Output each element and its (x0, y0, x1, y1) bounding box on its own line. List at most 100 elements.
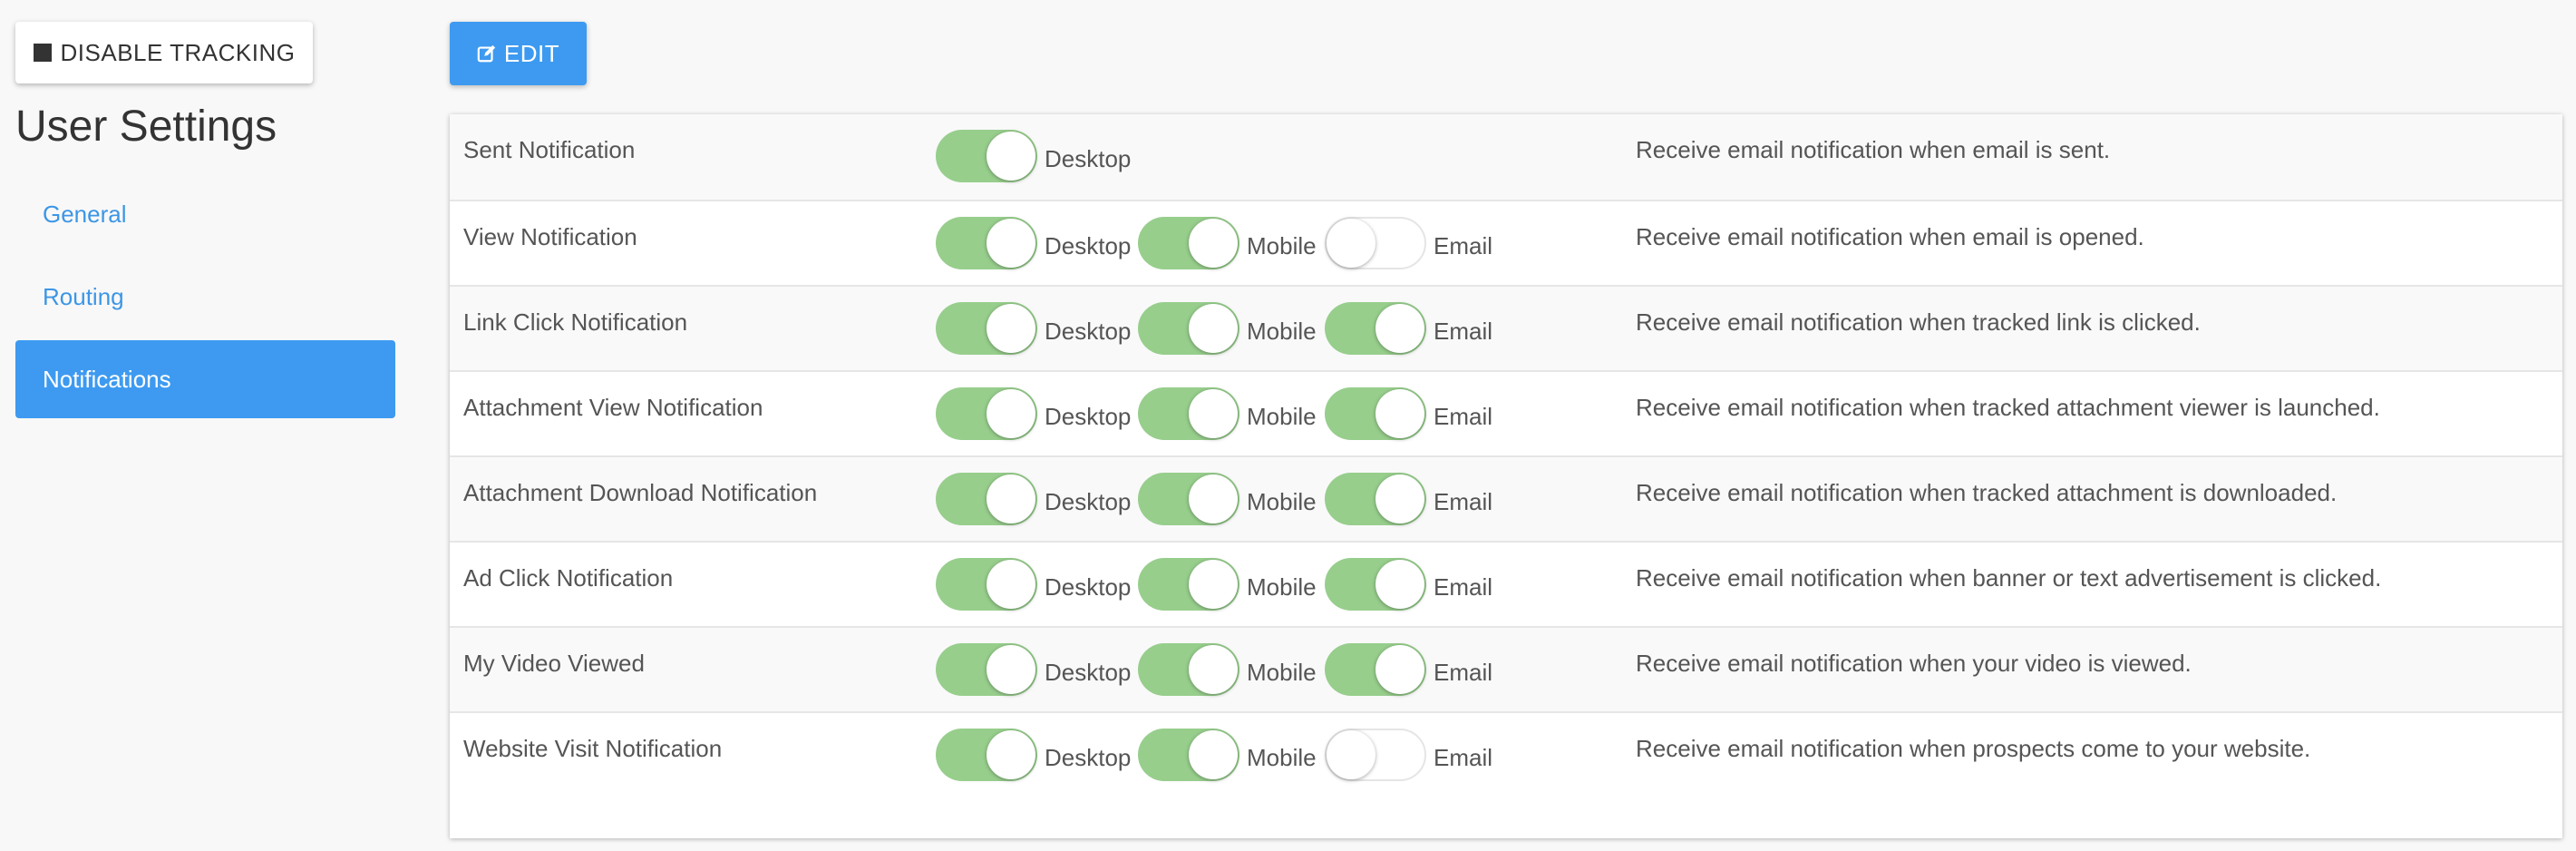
edit-label: EDIT (503, 39, 560, 67)
email-toggle-label: Email (1434, 317, 1493, 345)
toggle-knob (1189, 474, 1238, 523)
notification-label: Website Visit Notification (463, 735, 723, 762)
notification-description: Receive email notification when email is… (1636, 136, 2111, 163)
toggle-knob (1375, 645, 1424, 694)
notification-description: Receive email notification when email is… (1636, 223, 2144, 250)
disable-tracking-button[interactable]: DISABLE TRACKING (15, 22, 313, 83)
toggle-knob (987, 645, 1035, 694)
desktop-toggle-label: Desktop (1045, 572, 1132, 601)
desktop-toggle[interactable] (936, 387, 1037, 440)
mobile-toggle[interactable] (1138, 302, 1239, 355)
notification-row: Attachment Download Notification Desktop M… (450, 455, 2562, 541)
desktop-toggle-group: Desktop (936, 216, 1131, 270)
disable-tracking-label: DISABLE TRACKING (60, 38, 296, 66)
toggle-knob (1327, 730, 1375, 779)
mobile-toggle-group: Mobile (1138, 301, 1317, 356)
toggle-knob (987, 304, 1035, 353)
email-toggle-group: Email (1325, 642, 1492, 697)
sidebar-item-general[interactable]: General (15, 175, 395, 253)
mobile-toggle[interactable] (1138, 643, 1239, 696)
toggle-knob (1375, 560, 1424, 609)
mobile-toggle[interactable] (1138, 729, 1239, 781)
toggle-knob (987, 560, 1035, 609)
notification-label: My Video Viewed (463, 650, 645, 677)
mobile-toggle-label: Mobile (1247, 487, 1317, 515)
notification-label: Sent Notification (463, 136, 636, 163)
desktop-toggle[interactable] (936, 729, 1037, 781)
sidebar-item-notifications[interactable]: Notifications (15, 340, 395, 418)
toggle-knob (1189, 645, 1238, 694)
email-toggle-group: Email (1325, 728, 1492, 782)
email-toggle[interactable] (1325, 302, 1426, 355)
notification-row: Sent Notification Desktop Receive email no… (450, 114, 2562, 200)
mobile-toggle-group: Mobile (1138, 728, 1317, 782)
mobile-toggle-label: Mobile (1247, 572, 1317, 601)
edit-button[interactable]: EDIT (450, 22, 587, 85)
mobile-toggle-label: Mobile (1247, 317, 1317, 345)
desktop-toggle-group: Desktop (936, 557, 1131, 611)
stop-icon (33, 44, 52, 62)
desktop-toggle-label: Desktop (1045, 317, 1132, 345)
mobile-toggle-group: Mobile (1138, 386, 1317, 441)
desktop-toggle-group: Desktop (936, 129, 1131, 183)
toggle-knob (987, 474, 1035, 523)
email-toggle-label: Email (1434, 231, 1493, 259)
toggle-knob (1375, 389, 1424, 438)
email-toggle-label: Email (1434, 402, 1493, 430)
email-toggle-label: Email (1434, 658, 1493, 686)
notification-label: Attachment View Notification (463, 394, 763, 421)
notification-row: Website Visit Notification Desktop Mobile E… (450, 711, 2562, 797)
notification-description: Receive email notification when prospect… (1636, 735, 2311, 762)
email-toggle[interactable] (1325, 387, 1426, 440)
email-toggle-label: Email (1434, 743, 1493, 771)
toggle-knob (1189, 219, 1238, 268)
email-toggle[interactable] (1325, 643, 1426, 696)
desktop-toggle[interactable] (936, 643, 1037, 696)
notification-label: Ad Click Notification (463, 564, 674, 592)
toggle-knob (1189, 730, 1238, 779)
toggle-knob (1189, 304, 1238, 353)
toggle-knob (1375, 474, 1424, 523)
email-toggle-group: Email (1325, 386, 1492, 441)
desktop-toggle-label: Desktop (1045, 144, 1132, 172)
desktop-toggle-label: Desktop (1045, 743, 1132, 771)
desktop-toggle[interactable] (936, 130, 1037, 182)
mobile-toggle-group: Mobile (1138, 557, 1317, 611)
email-toggle[interactable] (1325, 473, 1426, 525)
mobile-toggle-label: Mobile (1247, 743, 1317, 771)
email-toggle[interactable] (1325, 217, 1426, 269)
mobile-toggle[interactable] (1138, 387, 1239, 440)
mobile-toggle-group: Mobile (1138, 216, 1317, 270)
desktop-toggle-group: Desktop (936, 642, 1131, 697)
mobile-toggle-label: Mobile (1247, 658, 1317, 686)
desktop-toggle[interactable] (936, 473, 1037, 525)
email-toggle[interactable] (1325, 558, 1426, 611)
page-title: User Settings (15, 103, 277, 151)
toggle-knob (987, 132, 1035, 181)
desktop-toggle-group: Desktop (936, 301, 1131, 356)
email-toggle-group: Email (1325, 557, 1492, 611)
notification-row: View Notification Desktop Mobile Email Recei… (450, 200, 2562, 285)
mobile-toggle[interactable] (1138, 217, 1239, 269)
desktop-toggle[interactable] (936, 558, 1037, 611)
notification-row: Attachment View Notification Desktop Mobil… (450, 370, 2562, 455)
notification-row: Link Click Notification Desktop Mobile Emai… (450, 285, 2562, 370)
toggle-knob (987, 730, 1035, 779)
notification-description: Receive email notification when tracked … (1636, 479, 2338, 506)
toggle-knob (1327, 219, 1375, 268)
toggle-knob (987, 389, 1035, 438)
email-toggle-group: Email (1325, 472, 1492, 526)
desktop-toggle[interactable] (936, 302, 1037, 355)
email-toggle[interactable] (1325, 729, 1426, 781)
desktop-toggle-group: Desktop (936, 386, 1131, 441)
email-toggle-label: Email (1434, 487, 1493, 515)
notification-row: Ad Click Notification Desktop Mobile Email R… (450, 541, 2562, 626)
mobile-toggle[interactable] (1138, 558, 1239, 611)
toggle-knob (1375, 304, 1424, 353)
notification-label: View Notification (463, 223, 637, 250)
mobile-toggle[interactable] (1138, 473, 1239, 525)
sidebar-item-routing[interactable]: Routing (15, 258, 395, 336)
desktop-toggle[interactable] (936, 217, 1037, 269)
desktop-toggle-label: Desktop (1045, 658, 1132, 686)
mobile-toggle-group: Mobile (1138, 472, 1317, 526)
